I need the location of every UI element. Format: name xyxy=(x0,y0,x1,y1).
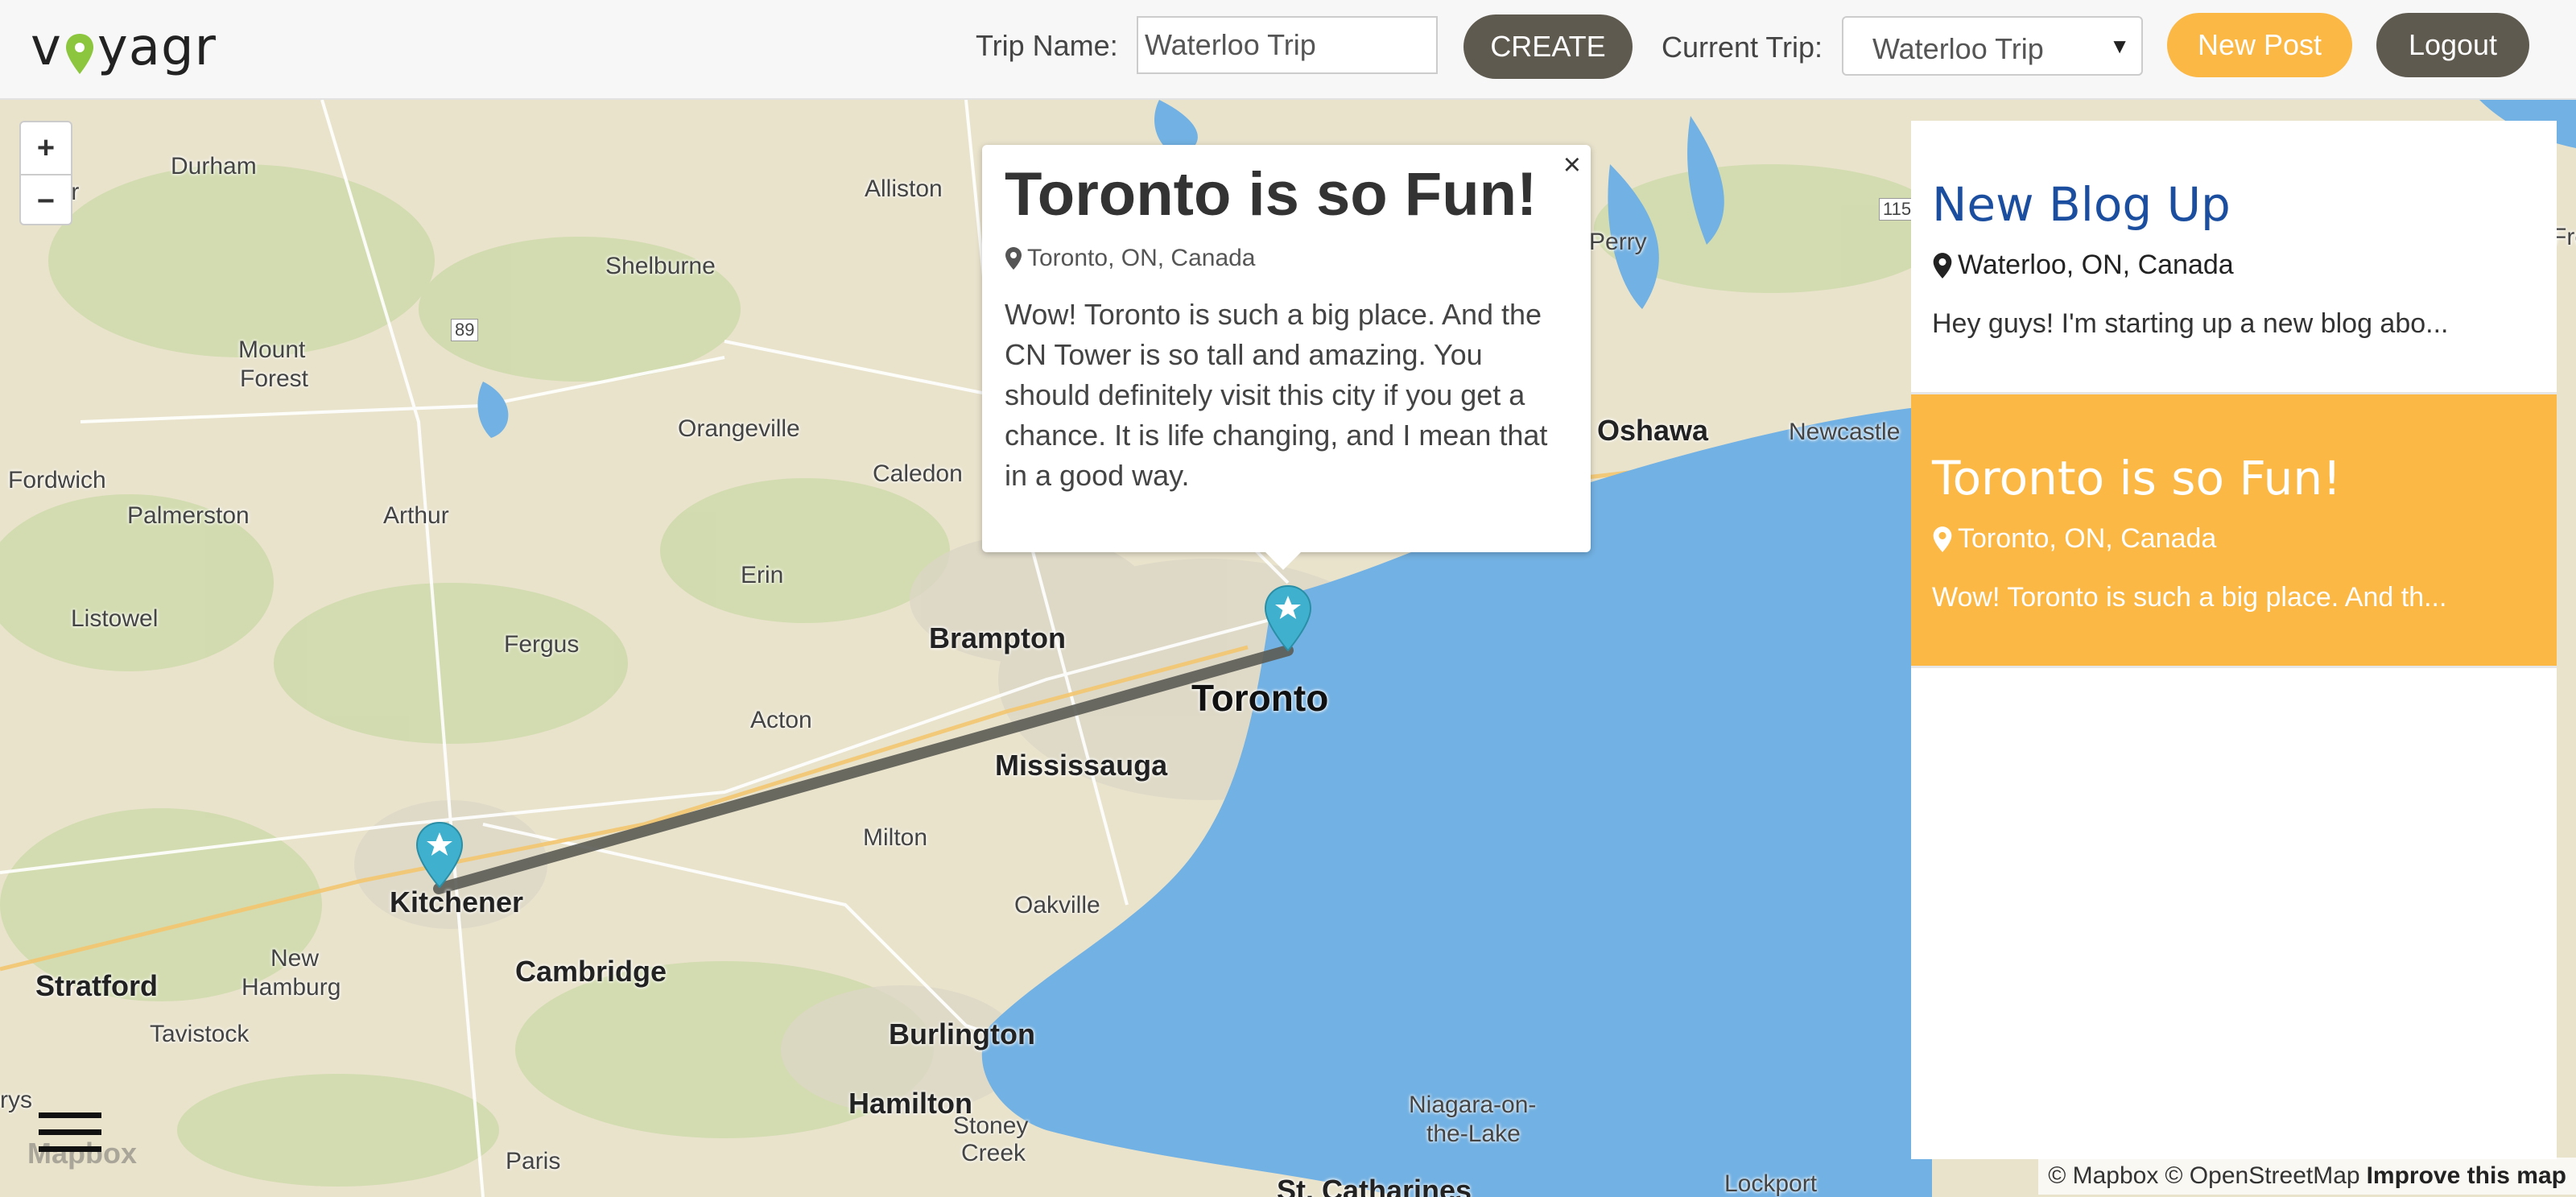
place-label: Perry xyxy=(1589,229,1647,255)
post-location-text: Waterloo, ON, Canada xyxy=(1958,250,2234,280)
place-label: Cambridge xyxy=(515,955,667,988)
map-attribution: © Mapbox © OpenStreetMap Improve this ma… xyxy=(2038,1158,2576,1195)
post-excerpt: Wow! Toronto is such a big place. And th… xyxy=(1932,582,2447,613)
improve-map-link[interactable]: Improve this map xyxy=(2367,1162,2566,1190)
place-label: Creek xyxy=(961,1140,1026,1166)
place-label: Fordwich xyxy=(8,467,106,493)
map-marker-waterloo[interactable] xyxy=(414,821,465,889)
logo-text-start: v xyxy=(31,18,62,77)
place-label: Durham xyxy=(171,153,257,180)
trip-name-label: Trip Name: xyxy=(976,29,1118,62)
post-location-text: Toronto, ON, Canada xyxy=(1958,523,2217,554)
place-label: Stoney xyxy=(953,1112,1029,1139)
place-label: rys xyxy=(0,1087,32,1113)
highway-shield: 89 xyxy=(451,319,479,341)
place-label: Oshawa xyxy=(1597,414,1709,447)
place-label: Caledon xyxy=(873,460,963,487)
voyagr-logo[interactable]: v yagr xyxy=(31,18,217,77)
place-label: Acton xyxy=(750,707,812,733)
place-label: the-Lake xyxy=(1426,1121,1521,1147)
close-icon[interactable]: × xyxy=(1563,148,1581,183)
new-post-button[interactable]: New Post xyxy=(2167,13,2352,77)
mapbox-attribution-link[interactable]: © Mapbox xyxy=(2048,1162,2158,1190)
current-trip-value: Waterloo Trip xyxy=(1872,32,2044,65)
logout-button[interactable]: Logout xyxy=(2376,13,2529,77)
map-pin-icon xyxy=(1933,526,1952,552)
place-label: Arthur xyxy=(383,502,449,529)
popup-title: Toronto is so Fun! xyxy=(1005,160,1538,229)
place-label: St. Catharines xyxy=(1277,1174,1472,1197)
popup-location: Toronto, ON, Canada xyxy=(1005,245,1568,272)
zoom-control: + − xyxy=(19,121,72,225)
logo-pin-icon xyxy=(64,29,96,74)
place-label: Brampton xyxy=(929,621,1066,654)
place-label: Niagara-on- xyxy=(1409,1092,1537,1118)
posts-sidebar: New Blog Up Waterloo, ON, Canada Hey guy… xyxy=(1911,121,2557,1159)
post-excerpt: Hey guys! I'm starting up a new blog abo… xyxy=(1932,308,2449,339)
star-marker-icon xyxy=(415,821,464,889)
chevron-down-icon: ▼ xyxy=(2109,34,2130,58)
map-marker-toronto[interactable] xyxy=(1262,584,1314,652)
place-label: Listowel xyxy=(71,605,159,632)
place-label: Burlington xyxy=(889,1017,1035,1050)
place-label: Mississauga xyxy=(995,749,1168,782)
current-trip-label: Current Trip: xyxy=(1662,31,1823,64)
highway-shield: 115 xyxy=(1879,198,1916,221)
place-label: Mount xyxy=(238,336,306,363)
place-label: Palmerston xyxy=(127,502,250,529)
post-popup: × Toronto is so Fun! Toronto, ON, Canada… xyxy=(982,145,1591,570)
post-location: Toronto, ON, Canada xyxy=(1932,523,2536,555)
place-label: Tavistock xyxy=(150,1021,250,1047)
place-label: Erin xyxy=(741,562,784,588)
current-trip-select[interactable]: Waterloo Trip ▼ xyxy=(1842,16,2143,76)
map-pin-icon xyxy=(1933,252,1952,279)
place-label: Stratford xyxy=(35,969,158,1002)
create-button[interactable]: CREATE xyxy=(1463,14,1633,79)
place-label: Toronto xyxy=(1191,677,1329,719)
place-label: Oakville xyxy=(1014,892,1100,918)
popup-body: Wow! Toronto is such a big place. And th… xyxy=(1005,297,1548,492)
post-card[interactable]: New Blog Up Waterloo, ON, Canada Hey guy… xyxy=(1911,121,2557,394)
logo-text-end: yagr xyxy=(97,18,217,77)
place-label: New xyxy=(270,945,320,972)
osm-attribution-link[interactable]: © OpenStreetMap xyxy=(2165,1162,2359,1190)
place-label: Kitchener xyxy=(390,885,524,918)
post-title: New Blog Up xyxy=(1932,177,2231,232)
post-card-active[interactable]: Toronto is so Fun! Toronto, ON, Canada W… xyxy=(1911,394,2557,668)
trip-name-input[interactable] xyxy=(1137,16,1438,74)
app-header: v yagr Trip Name: CREATE Current Trip: W… xyxy=(0,0,2576,100)
place-label: Fergus xyxy=(504,631,580,658)
zoom-in-button[interactable]: + xyxy=(21,122,71,175)
place-label: Forest xyxy=(240,365,309,392)
place-label: Paris xyxy=(506,1148,561,1174)
map-pin-icon xyxy=(1005,246,1022,270)
zoom-out-button[interactable]: − xyxy=(21,175,71,227)
place-label: Alliston xyxy=(865,175,943,202)
place-label: Orangeville xyxy=(678,415,800,442)
place-label: Newcastle xyxy=(1789,419,1901,445)
place-label: Hamburg xyxy=(242,974,341,1001)
place-label: Milton xyxy=(863,824,928,851)
star-marker-icon xyxy=(1264,584,1312,652)
post-title: Toronto is so Fun! xyxy=(1932,451,2342,506)
hamburger-menu-icon[interactable] xyxy=(39,1112,101,1154)
place-label: Lockport xyxy=(1724,1170,1818,1197)
post-location: Waterloo, ON, Canada xyxy=(1932,250,2536,281)
popup-location-text: Toronto, ON, Canada xyxy=(1027,244,1256,271)
place-label: Shelburne xyxy=(605,253,716,279)
